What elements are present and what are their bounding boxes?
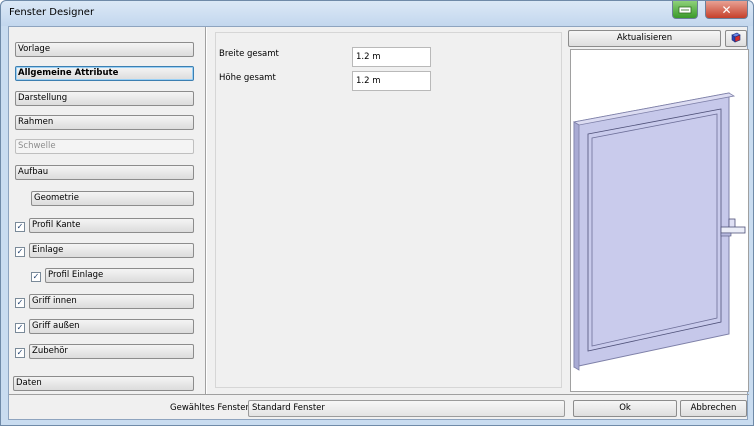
- checkmark-icon: ✓: [16, 247, 24, 256]
- aktualisieren-button[interactable]: Aktualisieren: [568, 30, 721, 47]
- title-bar[interactable]: Fenster Designer ✕: [1, 1, 753, 26]
- gewaehltes-fenster-label: Gewähltes Fenster: [170, 403, 249, 413]
- view-mode-button[interactable]: [725, 30, 747, 47]
- checkmark-icon: ✓: [16, 222, 24, 231]
- nav-allgemeine-attribute-button[interactable]: Allgemeine Attribute: [15, 66, 194, 81]
- nav-griff-innen-button[interactable]: Griff innen: [29, 294, 194, 309]
- nav-zubehoer-button[interactable]: Zubehör: [29, 344, 194, 359]
- category-panel: Vorlage Allgemeine Attribute Darstellung…: [11, 31, 204, 416]
- help-icon: [678, 6, 692, 13]
- hoehe-input[interactable]: 1.2 m: [352, 71, 431, 91]
- gewaehltes-fenster-select[interactable]: Standard Fenster: [248, 400, 565, 417]
- attributes-panel: Breite gesamt 1.2 m Höhe gesamt 1.2 m: [215, 32, 562, 388]
- nav-schwelle-button: Schwelle: [15, 139, 194, 154]
- nav-profil-kante-button[interactable]: Profil Kante: [29, 218, 194, 233]
- profil-einlage-checkbox[interactable]: ✓: [31, 272, 41, 282]
- close-button[interactable]: ✕: [705, 1, 748, 19]
- fenster-designer-window: Fenster Designer ✕ Vorlage Allgemeine At…: [0, 0, 754, 426]
- checkmark-icon: ✓: [16, 298, 24, 307]
- dialog-body: Vorlage Allgemeine Attribute Darstellung…: [8, 26, 749, 421]
- footer-bar: Gewähltes Fenster Standard Fenster Ok Ab…: [9, 394, 749, 421]
- close-icon: ✕: [721, 2, 732, 17]
- nav-daten-button[interactable]: Daten: [13, 376, 194, 391]
- nav-darstellung-button[interactable]: Darstellung: [15, 91, 194, 106]
- window-model-graphic: [572, 92, 746, 371]
- breite-input[interactable]: 1.2 m: [352, 47, 431, 67]
- nav-profil-einlage-button[interactable]: Profil Einlage: [45, 268, 194, 283]
- nav-vorlage-button[interactable]: Vorlage: [15, 42, 194, 57]
- breite-label: Breite gesamt: [219, 49, 279, 59]
- nav-griff-aussen-button[interactable]: Griff außen: [29, 319, 194, 334]
- window-title: Fenster Designer: [9, 7, 95, 18]
- griff-aussen-checkbox[interactable]: ✓: [15, 323, 25, 333]
- ok-button[interactable]: Ok: [573, 400, 677, 417]
- hoehe-label: Höhe gesamt: [219, 73, 276, 83]
- window-3d-preview[interactable]: [570, 49, 749, 392]
- zubehoer-checkbox[interactable]: ✓: [15, 348, 25, 358]
- checkmark-icon: ✓: [16, 323, 24, 332]
- abbrechen-button[interactable]: Abbrechen: [680, 400, 747, 417]
- einlage-checkbox[interactable]: ✓: [15, 247, 25, 257]
- 3d-cube-icon: [731, 32, 741, 43]
- help-button[interactable]: [672, 1, 698, 19]
- profil-kante-checkbox[interactable]: ✓: [15, 222, 25, 232]
- checkmark-icon: ✓: [32, 272, 40, 281]
- nav-rahmen-button[interactable]: Rahmen: [15, 115, 194, 130]
- griff-innen-checkbox[interactable]: ✓: [15, 298, 25, 308]
- checkmark-icon: ✓: [16, 348, 24, 357]
- panel-separator: [205, 27, 207, 394]
- nav-geometrie-button[interactable]: Geometrie: [31, 191, 194, 206]
- nav-aufbau-button[interactable]: Aufbau: [15, 165, 194, 180]
- nav-einlage-button[interactable]: Einlage: [29, 243, 194, 258]
